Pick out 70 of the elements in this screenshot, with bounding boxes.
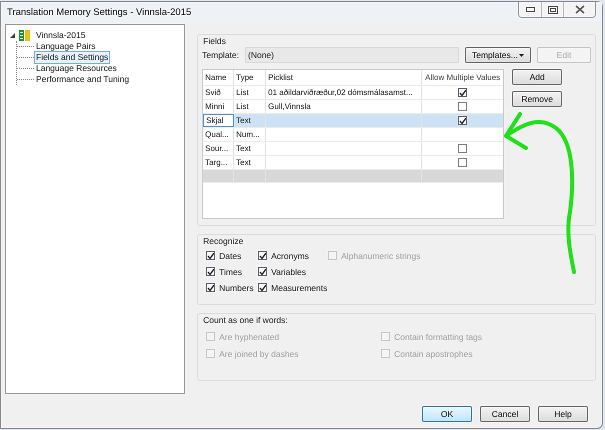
restore-icon bbox=[548, 6, 558, 14]
tree-item[interactable]: Performance and Tuning bbox=[34, 73, 132, 86]
column-header[interactable]: Name bbox=[203, 70, 234, 85]
add-button[interactable]: Add bbox=[512, 69, 562, 85]
table-cell: Skjal bbox=[203, 114, 234, 127]
restore-button[interactable] bbox=[541, 2, 563, 17]
checkbox-label: Times bbox=[219, 266, 242, 276]
database-icon bbox=[19, 30, 31, 40]
minimize-icon bbox=[526, 7, 534, 12]
table-row[interactable]: Skjal Text bbox=[203, 114, 504, 128]
checkbox[interactable] bbox=[458, 88, 468, 97]
templates-dropdown-button[interactable]: Templates... bbox=[465, 47, 531, 63]
checkbox-label: Variables bbox=[271, 266, 306, 276]
minimize-button[interactable] bbox=[519, 2, 541, 17]
tree-item[interactable]: Language Resources bbox=[34, 62, 119, 75]
table-row[interactable]: Svið List 01 aðildarviðræður,02 dómsmálasamst... bbox=[203, 86, 504, 100]
table-cell: Text bbox=[234, 142, 266, 155]
checkbox[interactable] bbox=[458, 116, 468, 125]
group-title: Recognize bbox=[203, 236, 244, 246]
table-cell: 01 aðildarviðræður,02 dómsmálasamst... bbox=[266, 86, 422, 99]
column-header[interactable]: Picklist bbox=[266, 70, 422, 85]
checkbox[interactable] bbox=[258, 283, 268, 292]
help-button[interactable]: Help bbox=[538, 406, 588, 422]
group-title: Fields bbox=[203, 36, 226, 46]
table-cell: Targ... bbox=[203, 156, 234, 169]
table-row[interactable]: Qual... Num... bbox=[203, 128, 504, 142]
tree-item[interactable]: Fields and Settings bbox=[34, 51, 110, 64]
checkbox[interactable] bbox=[258, 251, 268, 260]
checkbox[interactable] bbox=[206, 267, 216, 276]
table-cell: Gull,Vinnsla bbox=[266, 100, 422, 113]
checkbox-label: Are joined by dashes bbox=[219, 348, 299, 358]
window-title: Translation Memory Settings - Vinnsla-2015 bbox=[7, 6, 192, 18]
table-cell: List bbox=[234, 86, 266, 99]
caret-icon bbox=[519, 54, 524, 56]
column-header[interactable]: Allow Multiple Values bbox=[422, 70, 504, 85]
checkbox[interactable] bbox=[458, 158, 468, 167]
table-cell: Sour... bbox=[203, 142, 234, 155]
checkbox[interactable] bbox=[458, 102, 468, 111]
tree-item[interactable]: Language Pairs bbox=[34, 40, 98, 53]
collapse-icon[interactable] bbox=[10, 32, 16, 38]
template-field: (None) bbox=[245, 47, 459, 63]
table-cell: Qual... bbox=[203, 128, 234, 141]
table-cell: Num... bbox=[234, 128, 266, 141]
table-row[interactable]: Sour... Text bbox=[203, 142, 504, 156]
close-button[interactable] bbox=[563, 2, 595, 17]
table-cell: Text bbox=[234, 114, 266, 127]
checkbox[interactable] bbox=[258, 267, 268, 276]
group-title: Count as one if words: bbox=[203, 315, 288, 325]
template-label: Template: bbox=[202, 50, 239, 60]
checkbox-label: Dates bbox=[219, 250, 242, 260]
checkbox-label: Are hyphenated bbox=[219, 332, 280, 342]
checkbox[interactable] bbox=[206, 251, 216, 260]
checkbox-label: Acronyms bbox=[271, 250, 309, 260]
tree-item[interactable]: Vinnsla-2015 bbox=[34, 28, 88, 42]
checkbox-label: Contain apostrophes bbox=[394, 348, 473, 358]
remove-button[interactable]: Remove bbox=[512, 91, 562, 107]
close-icon bbox=[574, 5, 584, 14]
table-cell: Minni bbox=[203, 100, 234, 113]
checkbox-label: Measurements bbox=[271, 282, 328, 292]
checkbox-label: Contain formatting tags bbox=[394, 332, 482, 342]
checkbox[interactable] bbox=[458, 144, 468, 153]
column-header[interactable]: Type bbox=[234, 70, 266, 85]
table-cell: List bbox=[234, 100, 266, 113]
ok-button[interactable]: OK bbox=[422, 406, 472, 422]
checkbox-label: Numbers bbox=[219, 282, 254, 292]
checkbox[interactable] bbox=[206, 283, 216, 292]
checkbox-label: Alphanumeric strings bbox=[341, 250, 421, 260]
table-cell: Text bbox=[234, 156, 266, 169]
table-cell: Svið bbox=[203, 86, 234, 99]
cancel-button[interactable]: Cancel bbox=[480, 406, 530, 422]
